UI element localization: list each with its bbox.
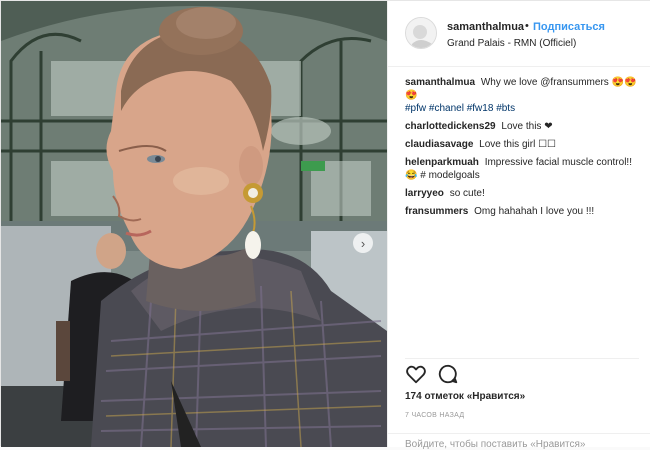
actions-divider xyxy=(405,358,639,359)
post-author-username[interactable]: samanthalmua xyxy=(447,21,524,33)
post-timestamp[interactable]: 7 ЧАСОВ НАЗАД xyxy=(405,412,464,419)
comment-text: Love this girl ☐☐ xyxy=(479,139,557,150)
post-actions xyxy=(405,363,485,387)
post-location[interactable]: Grand Palais - RMN (Officiel) xyxy=(447,38,576,49)
post-header: samanthalmua • Подписаться Grand Palais … xyxy=(388,1,650,67)
avatar-image xyxy=(406,18,436,48)
hashtag-link[interactable]: #chanel xyxy=(429,103,464,114)
comment-item: helenparkmuah Impressive facial muscle c… xyxy=(405,156,639,182)
login-prompt[interactable]: Войдите, чтобы поставить «Нравится» xyxy=(405,439,585,450)
comment-username[interactable]: fransummers xyxy=(405,206,468,217)
comment-username[interactable]: claudiasavage xyxy=(405,139,473,150)
likes-count[interactable]: 174 отметок «Нравится» xyxy=(405,391,525,402)
comment-text: Love this ❤ xyxy=(501,121,553,132)
comment-text: so cute! xyxy=(449,188,485,199)
caption: samanthalmua Why we love @fransummers 😍😍… xyxy=(405,76,639,115)
comment-icon xyxy=(438,364,458,384)
comment-username[interactable]: helenparkmuah xyxy=(405,157,479,168)
follow-button[interactable]: Подписаться xyxy=(533,21,605,33)
comment-item: claudiasavage Love this girl ☐☐ xyxy=(405,138,639,151)
heart-icon xyxy=(406,365,426,384)
comment-item: larryyeo so cute! xyxy=(405,187,639,200)
separator-dot: • xyxy=(525,20,529,32)
chevron-right-icon: › xyxy=(360,235,366,251)
photo-illustration xyxy=(1,1,387,447)
hashtag-link[interactable]: #fw18 xyxy=(467,103,494,114)
instagram-post: › samanthalmua • Подписаться Grand Palai… xyxy=(0,0,650,450)
post-photo[interactable]: › xyxy=(1,1,387,447)
avatar[interactable] xyxy=(405,17,437,49)
comment-item: fransummers Omg hahahah I love you !!! xyxy=(405,205,639,218)
comment-item: charlottedickens29 Love this ❤ xyxy=(405,120,639,133)
comments-list: samanthalmua Why we love @fransummers 😍😍… xyxy=(405,76,639,223)
comment-button[interactable] xyxy=(437,363,461,387)
hashtag-link[interactable]: #bts xyxy=(496,103,515,114)
next-photo-button[interactable]: › xyxy=(353,233,373,253)
comment-text: Omg hahahah I love you !!! xyxy=(474,206,595,217)
caption-username[interactable]: samanthalmua xyxy=(405,77,475,88)
comment-username[interactable]: charlottedickens29 xyxy=(405,121,496,132)
post-sidebar: samanthalmua • Подписаться Grand Palais … xyxy=(387,1,650,450)
footer-divider xyxy=(388,433,650,434)
comment-username[interactable]: larryyeo xyxy=(405,188,444,199)
hashtag-link[interactable]: #pfw xyxy=(405,103,426,114)
like-button[interactable] xyxy=(405,363,429,387)
